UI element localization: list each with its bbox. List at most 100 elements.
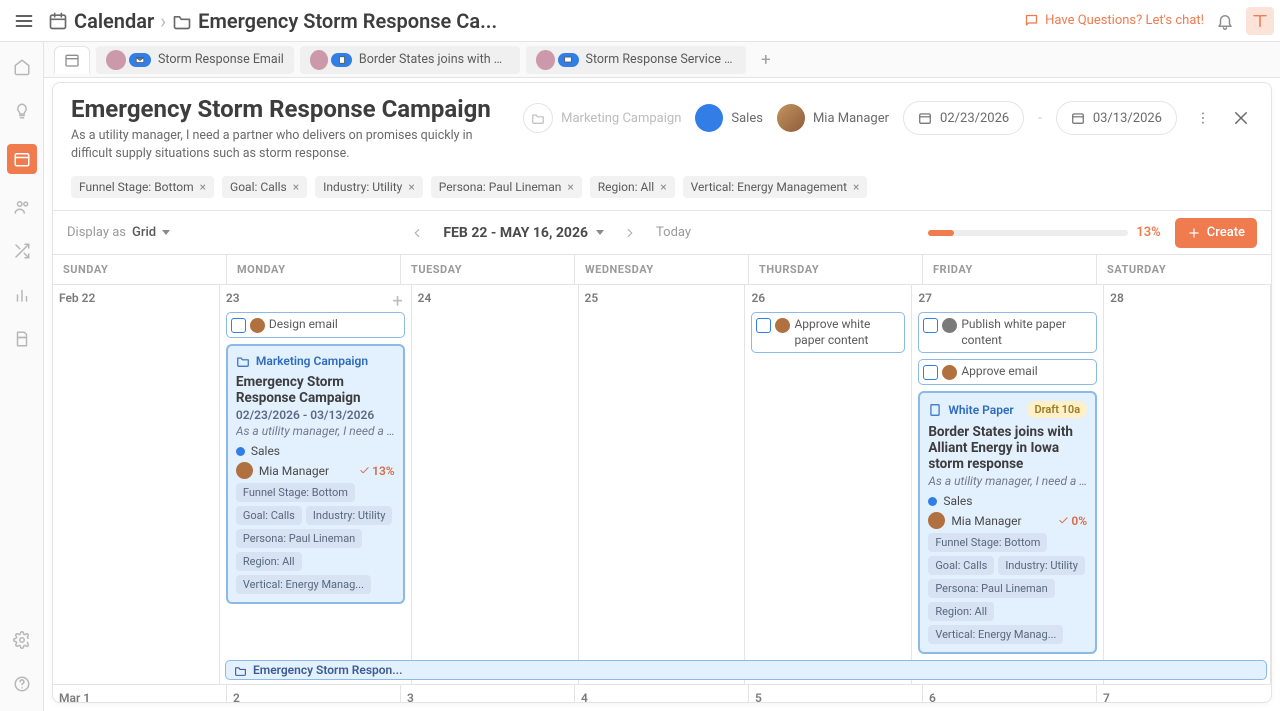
filter-tag[interactable]: Vertical: Energy Management× <box>683 176 868 198</box>
filter-tag[interactable]: Region: All× <box>590 176 675 198</box>
date-number: 25 <box>585 291 599 305</box>
filter-tag[interactable]: Persona: Paul Lineman× <box>431 176 582 198</box>
create-button[interactable]: Create <box>1175 218 1257 248</box>
calendar-cell[interactable]: Feb 22 <box>53 284 220 684</box>
filter-tag[interactable]: Industry: Utility× <box>315 176 423 198</box>
home-icon[interactable] <box>11 56 33 78</box>
calendar-cell[interactable]: 27 Publish white paper content Approve e… <box>912 284 1104 684</box>
notifications-icon[interactable] <box>1216 12 1234 30</box>
folder-icon <box>523 103 553 133</box>
avatar <box>106 50 126 70</box>
whitepaper-card[interactable]: White PaperDraft 10a Border States joins… <box>918 391 1097 654</box>
workspace-tab[interactable]: Border States joins with Alli... <box>300 46 520 74</box>
calendar-cell[interactable]: Mar 1 <box>53 684 227 702</box>
tag: Funnel Stage: Bottom <box>928 533 1047 552</box>
day-header: THURSDAY <box>749 255 923 284</box>
main-panel: Emergency Storm Response Campaign As a u… <box>52 82 1272 703</box>
calendar-cell[interactable]: 25 <box>579 284 746 684</box>
task-checkbox[interactable] <box>923 365 938 380</box>
filter-tag[interactable]: Goal: Calls× <box>222 176 307 198</box>
close-button[interactable] <box>1229 106 1253 130</box>
ideas-icon[interactable] <box>11 100 33 122</box>
remove-filter[interactable]: × <box>408 180 414 194</box>
date-number: 23 <box>226 291 240 305</box>
date-from-value: 02/23/2026 <box>940 111 1009 126</box>
remove-filter[interactable]: × <box>293 180 299 194</box>
breadcrumb-root[interactable]: Calendar <box>74 9 154 33</box>
calendar-cell[interactable]: 2 Send email <box>227 684 401 702</box>
card-type-link[interactable]: Marketing Campaign <box>236 354 395 368</box>
settings-icon[interactable] <box>11 629 33 651</box>
task-card[interactable]: Approve white paper content <box>751 312 905 353</box>
calendar-cell[interactable]: 23 + Design email Marketing Campaign Eme… <box>220 284 412 684</box>
calendar-cell[interactable]: 6 <box>923 684 1097 702</box>
folder-chip[interactable]: Marketing Campaign <box>523 103 681 133</box>
campaign-span-bar[interactable]: Emergency Storm Respon... <box>225 660 1267 680</box>
menu-toggle[interactable] <box>10 7 38 35</box>
docs-button[interactable] <box>1246 7 1274 35</box>
card-tags: Funnel Stage: Bottom Goal: Calls Industr… <box>236 483 395 594</box>
date-range-picker[interactable]: FEB 22 - MAY 16, 2026 <box>443 225 604 241</box>
owner-name: Mia Manager <box>813 111 889 126</box>
team-chip[interactable]: Sales <box>695 104 763 132</box>
workspace-tab[interactable]: Storm Response Email <box>96 46 294 74</box>
card-type-link[interactable]: White PaperDraft 10a <box>928 401 1087 418</box>
breadcrumb-current[interactable]: Emergency Storm Response Ca... <box>198 9 497 33</box>
mail-icon <box>129 53 151 67</box>
campaign-card[interactable]: Marketing Campaign Emergency Storm Respo… <box>226 344 405 604</box>
calendar-cell[interactable]: 24 <box>412 284 579 684</box>
prev-range[interactable] <box>407 223 427 243</box>
display-as-select[interactable]: Grid <box>132 225 170 240</box>
date-to[interactable]: 03/13/2026 <box>1056 101 1177 135</box>
card-title: Emergency Storm Response Campaign <box>236 374 395 406</box>
task-card[interactable]: Approve email <box>918 359 1097 385</box>
remove-filter[interactable]: × <box>660 180 666 194</box>
owner-chip[interactable]: Mia Manager <box>777 104 889 132</box>
calendar-cell[interactable]: 26 Approve white paper content <box>745 284 912 684</box>
calendar-tab-icon[interactable] <box>54 46 90 74</box>
avatar <box>250 318 265 333</box>
next-range[interactable] <box>620 223 640 243</box>
task-title: Approve email <box>961 364 1090 380</box>
task-checkbox[interactable] <box>756 318 771 333</box>
create-button-label: Create <box>1207 225 1245 240</box>
calendar-cell[interactable]: 4 <box>575 684 749 702</box>
analytics-icon[interactable] <box>11 284 33 306</box>
filter-tag[interactable]: Funnel Stage: Bottom× <box>71 176 214 198</box>
avatar <box>775 318 790 333</box>
calendar-cell[interactable]: 5 <box>749 684 923 702</box>
remove-filter[interactable]: × <box>200 180 206 194</box>
tab-label: Storm Response Email <box>158 52 284 67</box>
tab-label: Storm Response Service W... <box>586 52 736 67</box>
task-checkbox[interactable] <box>923 318 938 333</box>
progress-indicator: 13% <box>928 225 1160 240</box>
calendar-cell[interactable]: 7 <box>1097 684 1271 702</box>
workspace-tab[interactable]: Storm Response Service W... <box>526 46 746 74</box>
calendar-nav-icon[interactable] <box>7 144 37 174</box>
help-chat-link[interactable]: Have Questions? Let's chat! <box>1024 13 1204 28</box>
add-tab-button[interactable]: + <box>752 46 780 74</box>
date-from[interactable]: 02/23/2026 <box>903 101 1024 135</box>
today-button[interactable]: Today <box>656 225 691 240</box>
task-card[interactable]: Design email <box>226 312 405 338</box>
remove-filter[interactable]: × <box>853 180 859 194</box>
assets-icon[interactable] <box>11 328 33 350</box>
tag: Vertical: Energy Manag... <box>928 625 1063 644</box>
day-header: FRIDAY <box>923 255 1097 284</box>
add-task-button[interactable]: + <box>392 291 402 312</box>
tag: Persona: Paul Lineman <box>928 579 1054 598</box>
help-icon[interactable] <box>11 673 33 695</box>
shuffle-icon[interactable] <box>11 240 33 262</box>
remove-filter[interactable]: × <box>567 180 573 194</box>
more-menu[interactable] <box>1191 106 1215 130</box>
team-icon[interactable] <box>11 196 33 218</box>
header-meta: Marketing Campaign Sales Mia Manager 02/… <box>523 95 1253 135</box>
task-card[interactable]: Publish white paper content <box>918 312 1097 353</box>
task-checkbox[interactable] <box>231 318 246 333</box>
calendar-week: Feb 22 23 + Design email Marketing Campa… <box>53 284 1271 684</box>
calendar-cell[interactable]: 28 <box>1104 284 1271 684</box>
doc-icon <box>331 53 352 67</box>
avatar <box>928 512 945 529</box>
card-desc: As a utility manager, I need a … <box>928 474 1087 488</box>
calendar-cell[interactable]: 3 <box>401 684 575 702</box>
